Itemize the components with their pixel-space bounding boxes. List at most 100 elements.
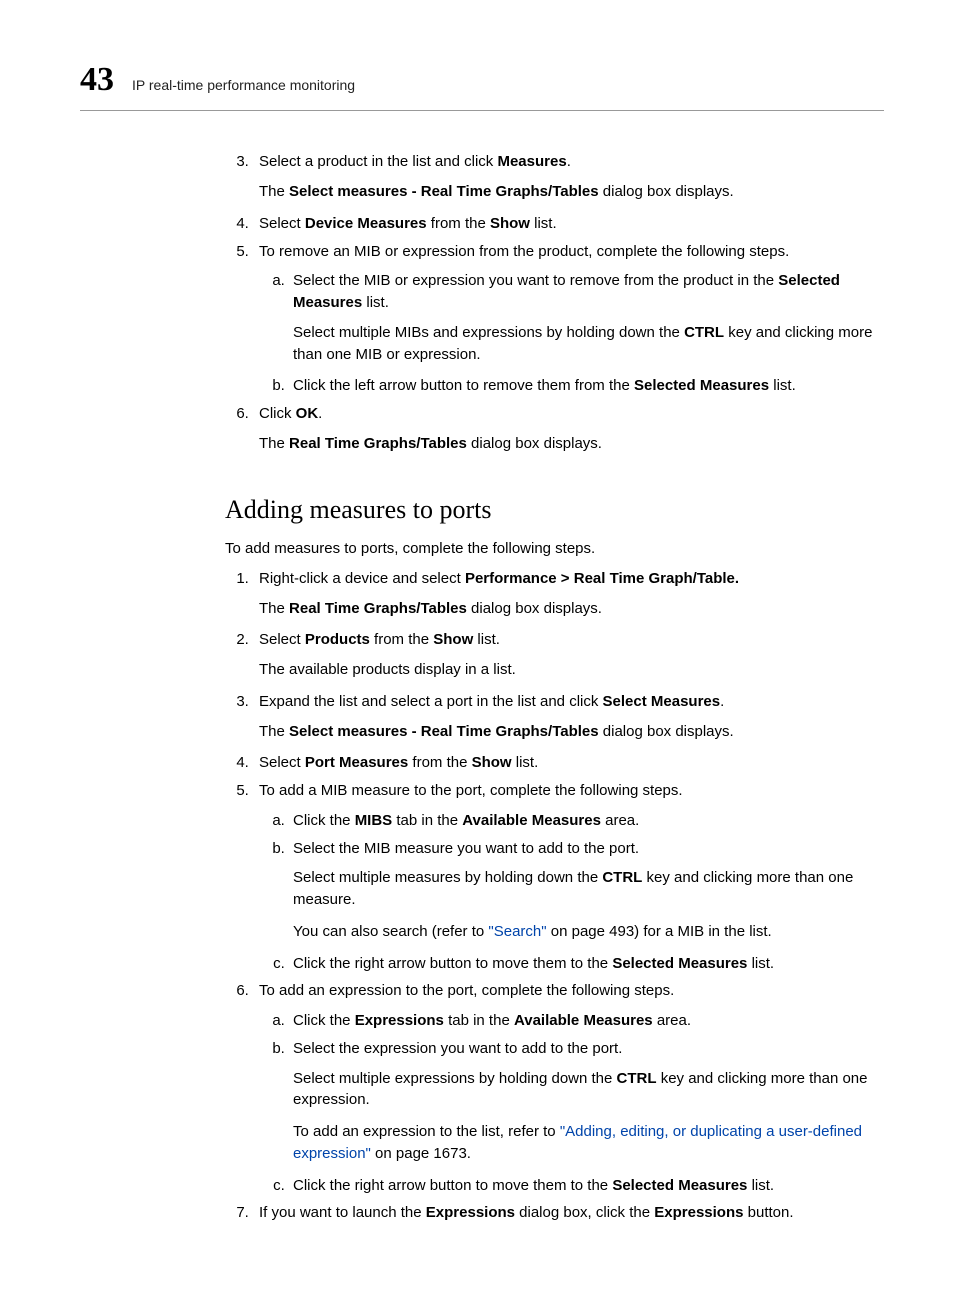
section-intro: To add measures to ports, complete the f… [225,538,884,560]
page: 43 IP real-time performance monitoring S… [0,0,954,1300]
running-header: 43 IP real-time performance monitoring [80,55,884,111]
running-title: IP real-time performance monitoring [132,75,355,95]
substep-b: Select the MIB measure you want to add t… [289,838,884,943]
text: from the [370,631,433,648]
text: You can also search (refer to [293,923,488,940]
note-text: Select multiple expressions by holding d… [293,1068,884,1112]
text: The [259,183,289,200]
text: Click the left arrow button to remove th… [293,377,634,394]
substep-c: Click the right arrow button to move the… [289,953,884,975]
text: dialog box, click the [515,1204,654,1221]
bold: Show [490,215,530,232]
text: Select [259,215,305,232]
text: Select multiple MIBs and expressions by … [293,324,684,341]
text: . [318,405,322,422]
text: on page 1673. [371,1145,471,1162]
step-3: Select a product in the list and click M… [253,151,884,203]
bold: Show [433,631,473,648]
bold: CTRL [617,1070,657,1087]
body-content: Select a product in the list and click M… [225,151,884,1224]
text: from the [427,215,490,232]
bold: Port Measures [305,754,408,771]
text: dialog box displays. [599,183,734,200]
text: list. [512,754,539,771]
result-text: The Select measures - Real Time Graphs/T… [259,721,884,743]
text: . [567,153,571,170]
bold: Select measures - Real Time Graphs/Table… [289,183,599,200]
text: Expand the list and select a port in the… [259,693,603,710]
bold: Available Measures [462,812,601,829]
text: To add an expression to the port, comple… [259,982,674,999]
text: dialog box displays. [599,723,734,740]
bold: Show [472,754,512,771]
text: The [259,435,289,452]
text: Click the [293,812,355,829]
text: list. [473,631,500,648]
step-5: To remove an MIB or expression from the … [253,241,884,398]
substeps: Click the Expressions tab in the Availab… [259,1010,884,1196]
text: Click the right arrow button to move the… [293,1177,612,1194]
section-heading: Adding measures to ports [225,491,884,529]
step-7: If you want to launch the Expressions di… [253,1202,884,1224]
text: tab in the [444,1012,514,1029]
note-text: Select multiple MIBs and expressions by … [293,322,884,366]
bold: MIBS [355,812,393,829]
bold: Measures [497,153,566,170]
step-1: Right-click a device and select Performa… [253,568,884,620]
text: Select [259,631,305,648]
text: . [720,693,724,710]
chapter-number: 43 [80,55,114,104]
bold: OK [296,405,319,422]
substep-b: Select the expression you want to add to… [289,1038,884,1165]
procedure-list-1: Select a product in the list and click M… [225,151,884,454]
note-text: Select multiple measures by holding down… [293,867,884,911]
substep-b: Click the left arrow button to remove th… [289,375,884,397]
step-6: Click OK. The Real Time Graphs/Tables di… [253,403,884,455]
step-2: Select Products from the Show list. The … [253,629,884,681]
text: list. [747,955,774,972]
substep-a: Click the MIBS tab in the Available Meas… [289,810,884,832]
substep-a: Click the Expressions tab in the Availab… [289,1010,884,1032]
substeps: Click the MIBS tab in the Available Meas… [259,810,884,975]
text: dialog box displays. [467,435,602,452]
bold: Available Measures [514,1012,653,1029]
text: Click [259,405,296,422]
text: Select the MIB measure you want to add t… [293,840,639,857]
result-text: The available products display in a list… [259,659,884,681]
text: Click the [293,1012,355,1029]
bold: Expressions [355,1012,444,1029]
text: Select multiple expressions by holding d… [293,1070,617,1087]
text: To add an expression to the list, refer … [293,1123,560,1140]
bold: Selected Measures [612,955,747,972]
bold: Select measures - Real Time Graphs/Table… [289,723,599,740]
text: Select the MIB or expression you want to… [293,272,778,289]
bold: Performance > Real Time Graph/Table. [465,570,739,587]
text: Select the expression you want to add to… [293,1040,622,1057]
result-text: The Real Time Graphs/Tables dialog box d… [259,598,884,620]
bold: Real Time Graphs/Tables [289,435,467,452]
step-6: To add an expression to the port, comple… [253,980,884,1196]
text: list. [769,377,796,394]
note-text: You can also search (refer to "Search" o… [293,921,884,943]
bold: Select Measures [603,693,721,710]
text: If you want to launch the [259,1204,426,1221]
text: Select [259,754,305,771]
text: area. [601,812,639,829]
text: The [259,600,289,617]
bold: Expressions [654,1204,743,1221]
cross-reference-link[interactable]: "Search" [488,923,546,940]
text: The [259,723,289,740]
bold: Expressions [426,1204,515,1221]
text: Click the right arrow button to move the… [293,955,612,972]
bold: CTRL [684,324,724,341]
bold: Products [305,631,370,648]
bold: Selected Measures [612,1177,747,1194]
substep-a: Select the MIB or expression you want to… [289,270,884,365]
step-5: To add a MIB measure to the port, comple… [253,780,884,974]
text: list. [747,1177,774,1194]
step-4: Select Device Measures from the Show lis… [253,213,884,235]
step-4: Select Port Measures from the Show list. [253,752,884,774]
step-3: Expand the list and select a port in the… [253,691,884,743]
substep-c: Click the right arrow button to move the… [289,1175,884,1197]
bold: Selected Measures [634,377,769,394]
